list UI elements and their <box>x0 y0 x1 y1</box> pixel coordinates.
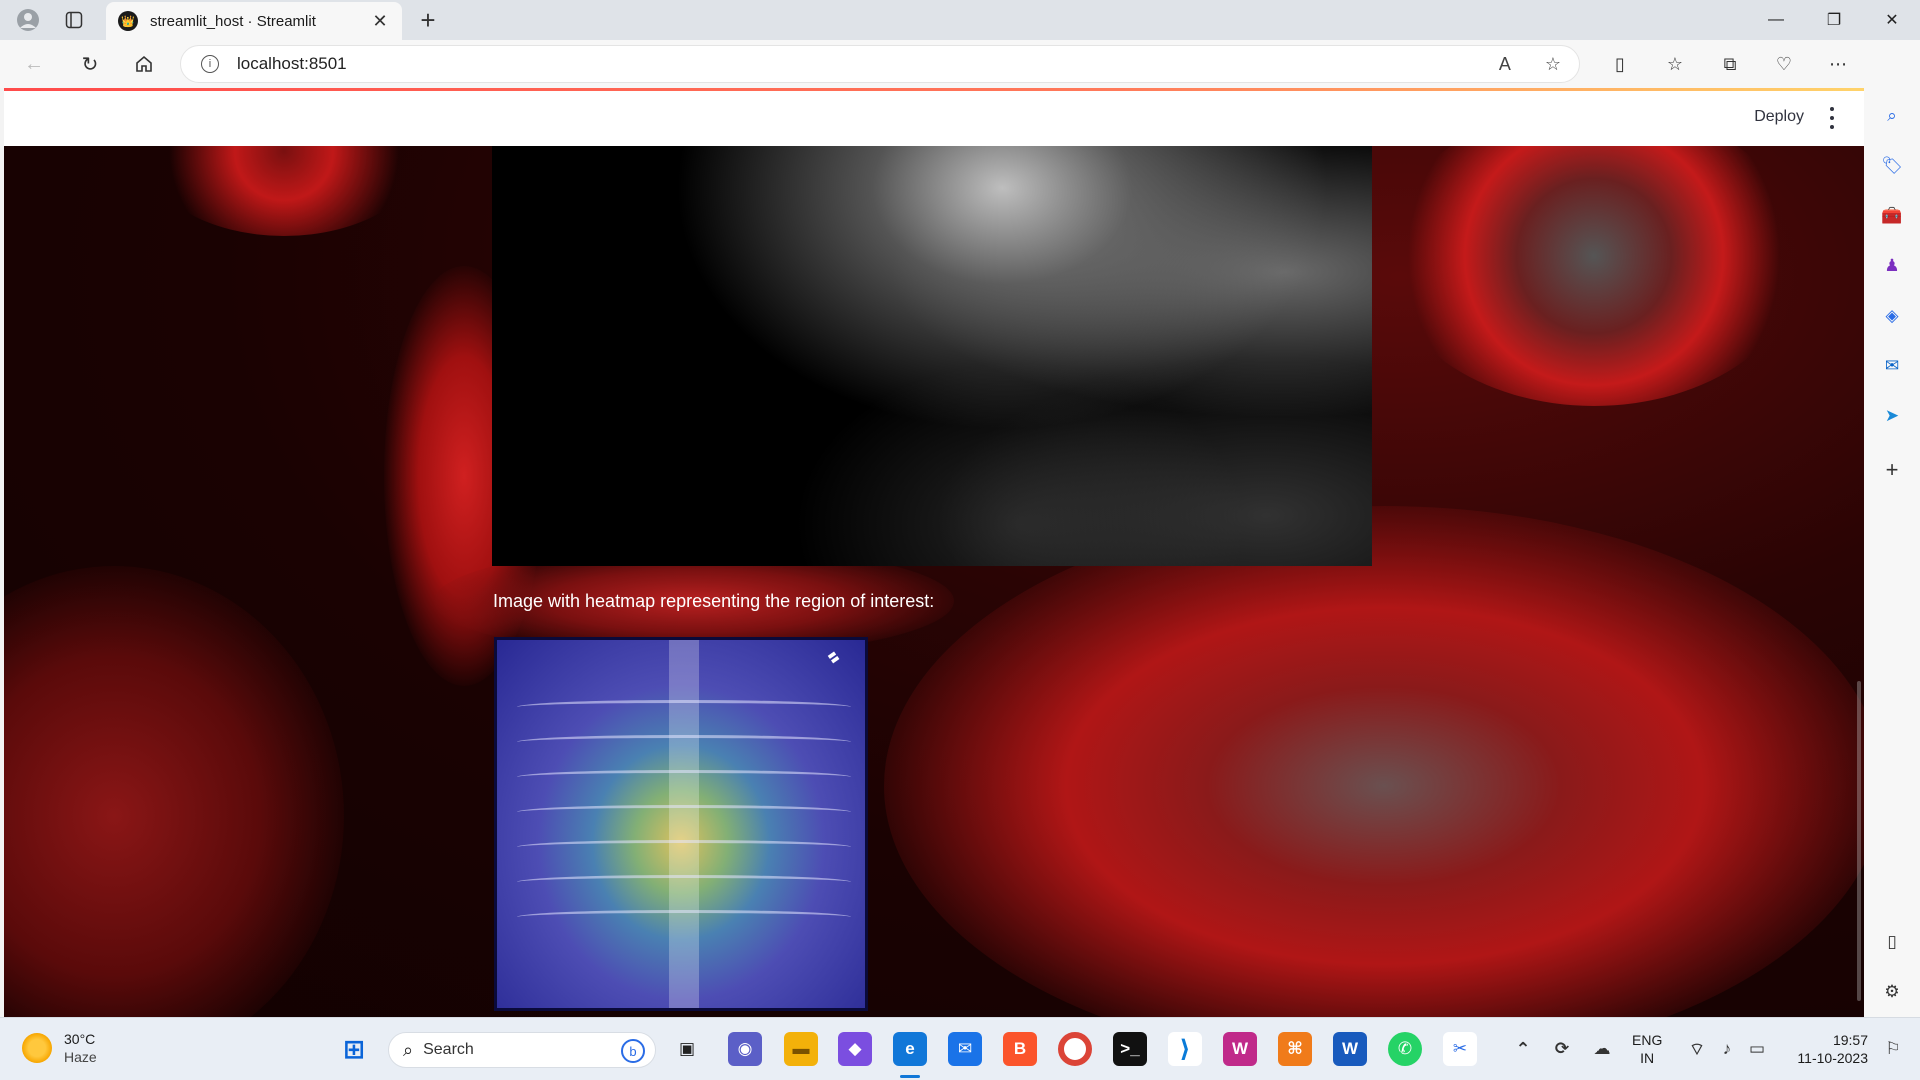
terminal-icon[interactable]: >_ <box>1113 1032 1147 1066</box>
weather-widget[interactable]: 30°C Haze <box>22 1030 97 1066</box>
main-menu-icon[interactable] <box>1824 105 1840 131</box>
bing-icon: b <box>621 1039 645 1063</box>
favorite-star-icon[interactable]: ☆ <box>1545 54 1561 75</box>
back-icon[interactable]: ← <box>20 50 48 78</box>
language-indicator[interactable]: ENG IN <box>1632 1031 1662 1067</box>
edge-sidebar: ⌕ 🏷 🧰 ♟ ◈ ✉ ➤ + ▯ ⚙ <box>1864 40 1920 1017</box>
brave-icon[interactable]: B <box>1003 1032 1037 1066</box>
sidebar-toggle-icon[interactable]: ▯ <box>1880 930 1904 954</box>
xray-marker-icon: ▮▮ <box>825 649 842 666</box>
search-icon[interactable]: ⌕ <box>1880 104 1904 128</box>
settings-icon[interactable]: ⚙ <box>1880 980 1904 1004</box>
start-icon[interactable]: ⊞ <box>337 1032 371 1066</box>
teams-chat-icon[interactable]: ◉ <box>728 1032 762 1066</box>
minimize-icon[interactable]: — <box>1748 0 1804 40</box>
grayscale-gradcam-image <box>492 146 1372 566</box>
onedrive-icon[interactable]: ☁ <box>1585 1032 1619 1066</box>
tab-title: streamlit_host · Streamlit <box>150 12 316 30</box>
streamlit-page: Deploy Image with heatmap representing t… <box>4 91 1864 1017</box>
streamlit-favicon-icon: 👑 <box>118 11 138 31</box>
refresh-icon[interactable]: ↻ <box>76 50 104 78</box>
wifi-icon[interactable]: ⌔ <box>1680 1032 1714 1066</box>
edge-icon[interactable]: e <box>893 1032 927 1066</box>
active-tab[interactable]: 👑 streamlit_host · Streamlit ✕ <box>106 2 402 40</box>
battery-icon[interactable]: ▭ <box>1740 1032 1774 1066</box>
file-explorer-icon[interactable]: ▬ <box>784 1032 818 1066</box>
windows-taskbar: 30°C Haze ⊞ ⌕ Search b ▣ ◉ ▬ ◆ e ✉ B >_ … <box>0 1017 1920 1080</box>
chest-xray-heatmap-image: ▮▮ <box>494 637 868 1011</box>
weather-desc: Haze <box>64 1049 97 1065</box>
volume-icon[interactable]: ♪ <box>1710 1032 1744 1066</box>
chrome-icon[interactable] <box>1058 1032 1092 1066</box>
outlook-icon[interactable]: ✉ <box>1880 354 1904 378</box>
add-icon[interactable]: + <box>1880 457 1904 482</box>
send-icon[interactable]: ➤ <box>1880 404 1904 428</box>
title-bar: 👑 streamlit_host · Streamlit ✕ + — ❐ ✕ <box>0 0 1920 40</box>
tab-actions-icon[interactable] <box>62 8 86 32</box>
taskbar-search-label: Search <box>423 1041 474 1058</box>
whatsapp-icon[interactable]: ✆ <box>1388 1032 1422 1066</box>
clock-date: 11-10-2023 <box>1797 1050 1868 1066</box>
browser-essentials-icon[interactable]: ♡ <box>1772 52 1796 76</box>
clock-time: 19:57 <box>1832 1032 1868 1048</box>
collections-icon[interactable]: ⧉ <box>1718 52 1742 76</box>
heatmap-caption: Image with heatmap representing the regi… <box>493 591 935 611</box>
vscode-icon[interactable]: ⟩ <box>1168 1032 1202 1066</box>
streamlit-header: Deploy <box>4 91 1864 146</box>
sync-icon[interactable]: ⟳ <box>1545 1032 1579 1066</box>
clock[interactable]: 19:57 11-10-2023 <box>1782 1031 1868 1067</box>
deploy-button[interactable]: Deploy <box>1754 108 1804 126</box>
copilot-app-icon[interactable]: ◆ <box>838 1032 872 1066</box>
close-icon[interactable]: ✕ <box>1864 0 1920 40</box>
home-icon[interactable] <box>130 50 158 78</box>
new-tab-icon[interactable]: + <box>414 6 442 34</box>
tab-close-icon[interactable]: ✕ <box>370 11 390 32</box>
microsoft365-icon[interactable]: ◈ <box>1880 304 1904 328</box>
more-icon[interactable]: ⋯ <box>1826 52 1850 76</box>
weather-temp: 30°C <box>64 1031 96 1047</box>
url-text: localhost:8501 <box>237 54 347 73</box>
site-info-icon[interactable]: i <box>201 55 219 73</box>
weather-sun-icon <box>22 1033 52 1063</box>
address-bar-row: ← ↻ i localhost:8501 A ☆ ▯ ☆ ⧉ ♡ ⋯ b <box>0 40 1920 88</box>
restore-icon[interactable]: ❐ <box>1806 0 1862 40</box>
profile-icon[interactable] <box>16 8 40 32</box>
snipping-tool-icon[interactable]: ✂ <box>1443 1032 1477 1066</box>
tools-icon[interactable]: 🧰 <box>1880 204 1904 228</box>
word-icon[interactable]: W <box>1333 1032 1367 1066</box>
tray-overflow-icon[interactable]: ⌃ <box>1506 1032 1540 1066</box>
lang-secondary: IN <box>1640 1050 1655 1066</box>
notifications-icon[interactable]: ⚐ <box>1876 1032 1910 1066</box>
games-icon[interactable]: ♟ <box>1880 254 1904 278</box>
shopping-icon[interactable]: 🏷 <box>1880 154 1904 178</box>
page-scrollbar[interactable] <box>1857 681 1861 1001</box>
edge-active-indicator <box>900 1075 920 1078</box>
mail-icon[interactable]: ✉ <box>948 1032 982 1066</box>
wps-icon[interactable]: W <box>1223 1032 1257 1066</box>
taskbar-search[interactable]: ⌕ Search b <box>388 1032 656 1068</box>
search-magnifier-icon: ⌕ <box>403 1039 414 1060</box>
task-view-icon[interactable]: ▣ <box>670 1032 704 1066</box>
address-bar[interactable]: i localhost:8501 A ☆ <box>180 45 1580 83</box>
xampp-icon[interactable]: ⌘ <box>1278 1032 1312 1066</box>
lang-primary: ENG <box>1632 1032 1663 1048</box>
read-aloud-icon[interactable]: A <box>1499 54 1511 75</box>
split-screen-icon[interactable]: ▯ <box>1608 52 1632 76</box>
favorites-icon[interactable]: ☆ <box>1663 52 1687 76</box>
